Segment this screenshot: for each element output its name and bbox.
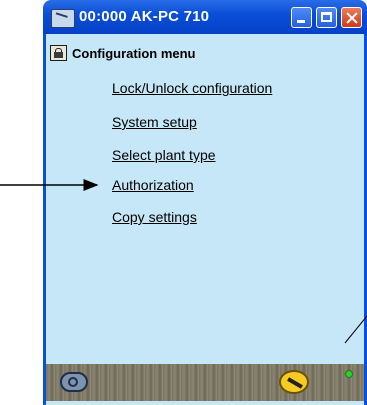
- title-bar[interactable]: 00:000 AK-PC 710: [43, 0, 367, 34]
- computer-icon[interactable]: [51, 9, 75, 28]
- menu-item-lock-unlock[interactable]: Lock/Unlock configuration: [112, 80, 272, 96]
- client-area: Configuration menu Lock/Unlock configura…: [43, 34, 367, 405]
- user-icon[interactable]: [60, 372, 88, 392]
- maximize-button[interactable]: [316, 7, 337, 28]
- minimize-button[interactable]: [291, 7, 312, 28]
- lock-icon: [50, 45, 67, 61]
- status-led-icon: [345, 370, 353, 378]
- wrench-icon[interactable]: [279, 370, 309, 394]
- app-window: 00:000 AK-PC 710 Configuration menu Lock…: [43, 0, 367, 405]
- menu-header: Configuration menu: [50, 44, 196, 62]
- menu-item-system-setup[interactable]: System setup: [112, 114, 197, 130]
- close-button[interactable]: [341, 7, 362, 28]
- menu-item-select-plant-type[interactable]: Select plant type: [112, 147, 216, 163]
- menu-item-authorization[interactable]: Authorization: [112, 177, 194, 193]
- menu-title: Configuration menu: [72, 45, 196, 61]
- menu-item-copy-settings[interactable]: Copy settings: [112, 209, 197, 225]
- status-bar: [46, 364, 364, 401]
- window-title: 00:000 AK-PC 710: [79, 8, 210, 25]
